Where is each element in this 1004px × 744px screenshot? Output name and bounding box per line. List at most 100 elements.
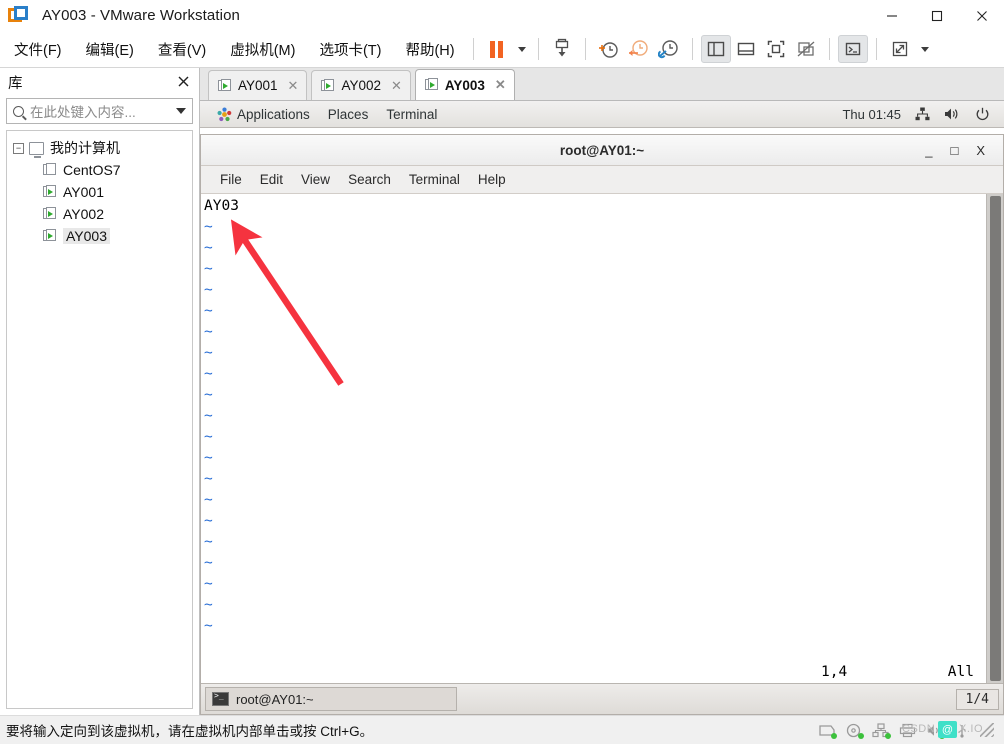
- terminal-tilde-line: ~: [204, 429, 213, 445]
- tree-item-ay001[interactable]: AY001: [7, 181, 192, 203]
- toolbar-separator: [472, 38, 474, 60]
- gnome-places-menu[interactable]: Places: [319, 107, 378, 122]
- clock-wrench-icon: [657, 40, 678, 59]
- terminal-minimize-button[interactable]: _: [925, 143, 932, 158]
- menu-edit[interactable]: 编辑(E): [76, 36, 144, 63]
- tree-item-ay003[interactable]: AY003: [7, 225, 192, 247]
- terminal-scrollbar[interactable]: [986, 194, 1003, 683]
- suspend-button[interactable]: [482, 35, 512, 63]
- tree-item-centos7[interactable]: CentOS7: [7, 159, 192, 181]
- toolbar-separator: [828, 38, 830, 60]
- search-input[interactable]: 在此处键入内容...: [30, 101, 170, 121]
- gnome-terminal-menu[interactable]: Terminal: [377, 107, 446, 122]
- terminal-tilde-line: ~: [204, 324, 213, 340]
- tab-ay003[interactable]: AY003 ✕: [414, 69, 515, 100]
- panel-bottom-icon: [737, 42, 754, 56]
- tree-item-ay002[interactable]: AY002: [7, 203, 192, 225]
- revert-snapshot-button[interactable]: [624, 35, 654, 63]
- main-area: 库 在此处键入内容... − 我的计算机 CentOS7 AY001 AY002…: [0, 68, 1004, 715]
- chevron-down-icon[interactable]: [176, 108, 186, 114]
- library-close-button[interactable]: [175, 74, 191, 90]
- menu-vm[interactable]: 虚拟机(M): [220, 36, 305, 63]
- tab-label: AY003: [444, 77, 485, 93]
- terminal-tilde-line: ~: [204, 471, 213, 487]
- terminal-menu-view[interactable]: View: [292, 172, 339, 187]
- watermark-right: X.IO: [959, 723, 984, 735]
- terminal-icon: [845, 42, 860, 56]
- terminal-window-controls: _ □ X: [925, 143, 1003, 158]
- window-titlebar: AY003 - VMware Workstation: [0, 0, 1004, 31]
- tab-close-icon[interactable]: ✕: [391, 78, 402, 94]
- snapshot-manager-button[interactable]: [594, 35, 624, 63]
- close-button[interactable]: [959, 0, 1004, 31]
- library-search-box[interactable]: 在此处键入内容...: [6, 98, 193, 124]
- show-library-button[interactable]: [700, 35, 731, 63]
- terminal-text-area[interactable]: AY03 ~ ~ ~ ~ ~ ~ ~ ~ ~ ~ ~ ~ ~ ~ ~ ~ ~ ~ ~ ~ 1,4 All: [201, 194, 986, 683]
- terminal-menu-help[interactable]: Help: [469, 172, 515, 187]
- window-title: AY003 - VMware Workstation: [42, 7, 240, 24]
- network-adapter-icon[interactable]: [872, 722, 891, 739]
- tab-label: AY002: [341, 78, 381, 93]
- stretch-dropdown[interactable]: [915, 35, 933, 63]
- show-thumbnail-bar-button[interactable]: [731, 35, 761, 63]
- full-screen-button[interactable]: [761, 35, 791, 63]
- terminal-tilde-line: ~: [204, 408, 213, 424]
- stretch-guest-button[interactable]: [885, 35, 915, 63]
- tab-ay001[interactable]: AY001 ✕: [208, 70, 308, 100]
- cd-dvd-icon[interactable]: [845, 723, 864, 739]
- network-icon[interactable]: [915, 107, 930, 121]
- vm-running-icon: [43, 207, 57, 221]
- terminal-icon: [212, 691, 229, 706]
- vm-running-icon: [424, 78, 439, 92]
- tree-expander-icon[interactable]: −: [13, 142, 24, 154]
- minimize-button[interactable]: [869, 0, 914, 31]
- terminal-menu-edit[interactable]: Edit: [251, 172, 292, 187]
- taskbar-window-button[interactable]: root@AY01:~: [205, 687, 457, 711]
- toolbar-separator: [537, 38, 539, 60]
- unity-mode-button[interactable]: [791, 35, 821, 63]
- terminal-close-button[interactable]: X: [976, 143, 985, 158]
- gnome-applications-menu[interactable]: Applications: [208, 107, 319, 122]
- tree-item-label: CentOS7: [63, 162, 121, 178]
- volume-icon: [945, 108, 958, 120]
- guest-screen[interactable]: Applications Places Terminal Thu 01:45 r…: [200, 101, 1004, 715]
- menu-help[interactable]: 帮助(H): [395, 36, 464, 63]
- power-icon[interactable]: [975, 107, 990, 122]
- terminal-menu-file[interactable]: File: [211, 172, 251, 187]
- menu-tabs[interactable]: 选项卡(T): [309, 36, 391, 63]
- tab-ay002[interactable]: AY002 ✕: [311, 70, 411, 100]
- manage-snapshots-button[interactable]: [654, 35, 684, 63]
- power-dropdown[interactable]: [512, 35, 530, 63]
- watermark-badge: @: [938, 721, 957, 738]
- volume-icon[interactable]: [944, 107, 961, 121]
- terminal-tilde-line: ~: [204, 366, 213, 382]
- snapshot-take-button[interactable]: [547, 35, 577, 63]
- hard-disk-icon[interactable]: [818, 723, 837, 739]
- terminal-menu-search[interactable]: Search: [339, 172, 400, 187]
- gnome-clock[interactable]: Thu 01:45: [842, 107, 901, 122]
- terminal-tilde-line: ~: [204, 303, 213, 319]
- terminal-maximize-button[interactable]: □: [950, 143, 958, 158]
- terminal-scrollbar-thumb[interactable]: [989, 196, 1001, 681]
- terminal-body[interactable]: AY03 ~ ~ ~ ~ ~ ~ ~ ~ ~ ~ ~ ~ ~ ~ ~ ~ ~ ~ ~ ~ 1,4 All: [201, 194, 1003, 683]
- tab-close-icon[interactable]: ✕: [495, 77, 506, 93]
- panel-left-icon: [707, 41, 724, 57]
- minimize-icon: [886, 14, 897, 17]
- terminal-title: root@AY01:~: [559, 142, 645, 158]
- tab-close-icon[interactable]: ✕: [288, 78, 299, 94]
- maximize-button[interactable]: [914, 0, 959, 31]
- terminal-tilde-line: ~: [204, 345, 213, 361]
- terminal-tilde-lines: ~ ~ ~ ~ ~ ~ ~ ~ ~ ~ ~ ~ ~ ~ ~ ~ ~ ~ ~ ~: [204, 217, 986, 637]
- menu-view[interactable]: 查看(V): [148, 36, 216, 63]
- menu-file[interactable]: 文件(F): [4, 36, 72, 63]
- pause-icon: [490, 40, 504, 58]
- clock-plus-icon: [598, 42, 618, 58]
- vim-cursor-position: 1,4: [821, 664, 848, 680]
- window-controls: [869, 0, 1004, 31]
- maximize-icon: [931, 10, 942, 21]
- workspace-indicator[interactable]: 1/4: [955, 688, 999, 710]
- library-header: 库: [0, 68, 199, 96]
- terminal-menu-terminal[interactable]: Terminal: [400, 172, 469, 187]
- console-view-button[interactable]: [837, 35, 868, 63]
- tree-root-my-computer[interactable]: − 我的计算机: [7, 137, 192, 159]
